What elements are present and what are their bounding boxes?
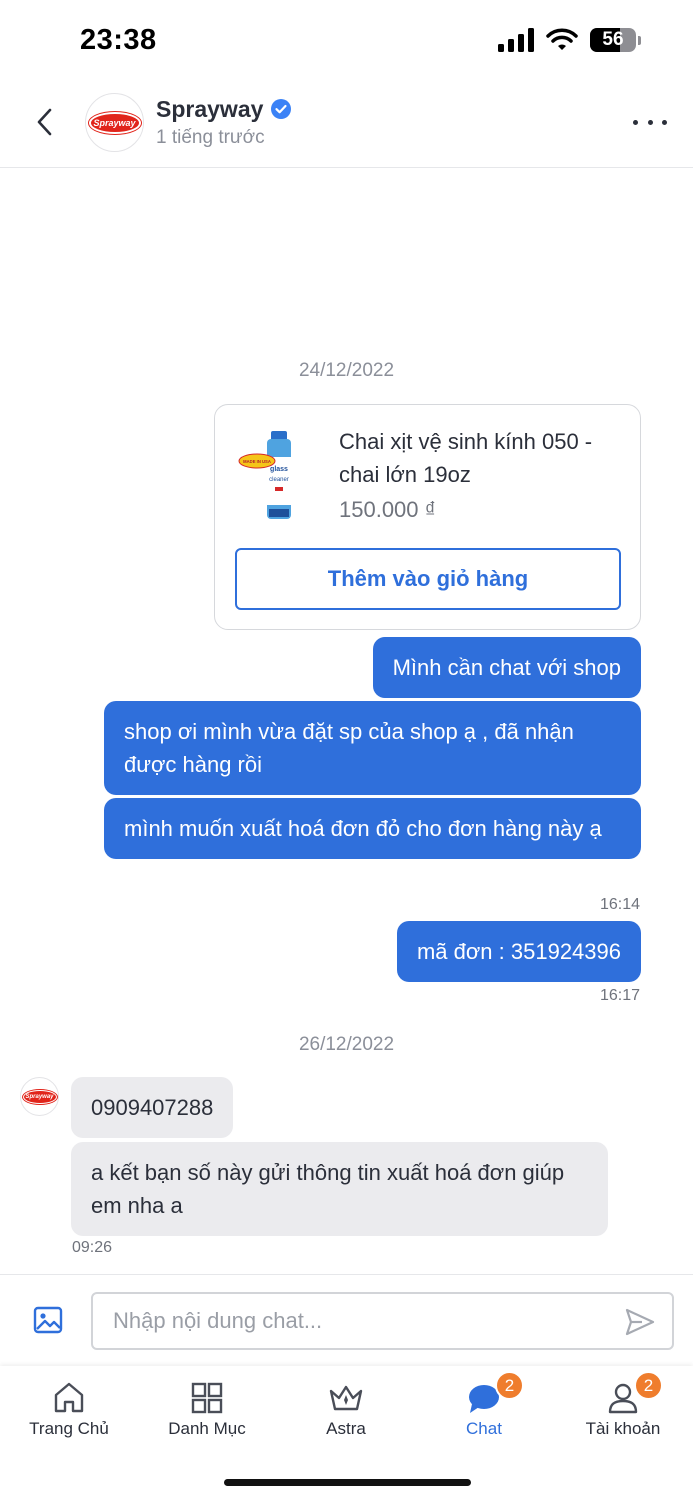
signal-icon <box>498 28 534 52</box>
product-price: 150.000 ₫ <box>339 497 436 522</box>
chat-composer <box>0 1274 693 1366</box>
crown-icon <box>329 1385 363 1411</box>
home-indicator <box>224 1479 471 1486</box>
nav-item-home[interactable]: Trang Chủ <box>0 1366 138 1456</box>
date-separator: 26/12/2022 <box>298 1034 395 1055</box>
account-badge: 2 <box>634 1371 663 1400</box>
image-upload-icon[interactable] <box>33 1305 63 1335</box>
shop-logo: Sprayway <box>88 111 141 134</box>
status-bar: 23:38 56 <box>0 0 693 80</box>
add-to-cart-button[interactable]: Thêm vào giỏ hàng <box>235 548 621 610</box>
shop-logo: Sprayway <box>22 1089 57 1104</box>
grid-icon <box>191 1382 223 1414</box>
svg-text:glass: glass <box>270 466 288 473</box>
svg-text:MADE IN USA: MADE IN USA <box>243 459 271 464</box>
outgoing-message[interactable]: mình muốn xuất hoá đơn đỏ cho đơn hàng n… <box>104 798 641 859</box>
status-icons: 56 <box>498 28 641 52</box>
outgoing-message[interactable]: mã đơn : 351924396 <box>396 921 641 982</box>
battery-icon: 56 <box>590 28 636 52</box>
more-dots-icon <box>633 119 638 125</box>
product-image: glass cleaner MADE IN USA <box>238 431 291 519</box>
shop-last-active: 1 tiếng trước <box>156 127 265 148</box>
nav-label: Astra <box>326 1419 366 1438</box>
outgoing-message[interactable]: Mình cần chat với shop <box>372 637 641 698</box>
incoming-message[interactable]: 0909407288 <box>71 1077 234 1138</box>
back-button[interactable] <box>26 102 62 142</box>
chat-badge: 2 <box>495 1371 524 1400</box>
message-time: 16:14 <box>599 896 640 913</box>
svg-text:cleaner: cleaner <box>269 477 289 483</box>
shop-avatar-small[interactable]: Sprayway <box>20 1077 59 1116</box>
verified-icon <box>271 99 291 119</box>
chevron-left-icon <box>37 108 52 136</box>
nav-item-chat[interactable]: 2 Chat <box>415 1366 553 1456</box>
chat-header: Sprayway Sprayway 1 tiếng trước <box>0 80 693 168</box>
chat-input[interactable] <box>91 1292 674 1350</box>
more-options-button[interactable] <box>633 110 667 134</box>
shop-name[interactable]: Sprayway <box>156 96 263 123</box>
home-icon <box>54 1382 84 1413</box>
message-time: 09:26 <box>72 1239 113 1256</box>
shop-avatar[interactable]: Sprayway <box>85 93 144 152</box>
nav-item-astra[interactable]: Astra <box>277 1366 415 1456</box>
nav-label: Trang Chủ <box>29 1419 109 1438</box>
nav-label: Tài khoản <box>585 1419 661 1438</box>
outgoing-message[interactable]: shop ơi mình vừa đặt sp của shop ạ , đã … <box>104 701 641 795</box>
message-time: 16:17 <box>599 987 640 1004</box>
product-name[interactable]: Chai xịt vệ sinh kính 050 - chai lớn 19o… <box>339 425 629 491</box>
nav-item-categories[interactable]: Danh Mục <box>138 1366 276 1456</box>
incoming-message[interactable]: a kết bạn số này gửi thông tin xuất hoá … <box>71 1142 608 1236</box>
date-separator: 24/12/2022 <box>298 360 395 381</box>
nav-label: Danh Mục <box>168 1419 246 1438</box>
battery-level: 56 <box>602 29 624 50</box>
status-time: 23:38 <box>80 24 157 56</box>
nav-item-account[interactable]: 2 Tài khoản <box>554 1366 692 1456</box>
product-card[interactable]: glass cleaner MADE IN USA Chai xịt vệ si… <box>214 404 641 630</box>
wifi-icon <box>546 28 578 50</box>
nav-label: Chat <box>466 1419 502 1438</box>
send-icon[interactable] <box>624 1307 656 1337</box>
